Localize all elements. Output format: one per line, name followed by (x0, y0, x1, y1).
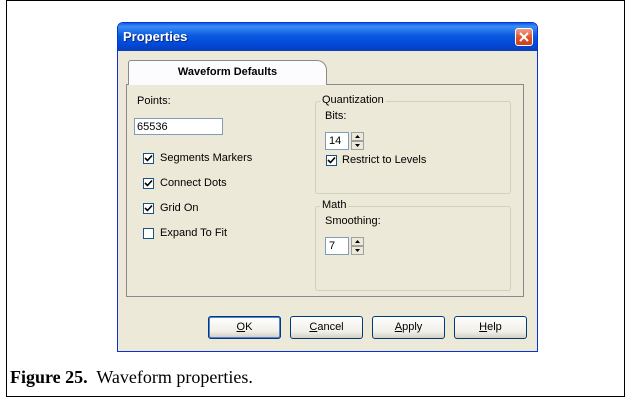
bits-input[interactable]: 14 (325, 132, 349, 150)
apply-button[interactable]: Apply (372, 316, 445, 339)
cancel-button[interactable]: Cancel (290, 316, 363, 339)
caption-text: Waveform properties. (96, 367, 253, 387)
checkbox-label: Expand To Fit (160, 227, 228, 239)
cancel-label: ancel (317, 321, 344, 333)
checkbox-label: Grid On (160, 202, 199, 214)
close-button[interactable] (515, 28, 533, 46)
tab-waveform-defaults[interactable]: Waveform Defaults (128, 60, 327, 85)
ok-button[interactable]: OK (208, 316, 281, 339)
checkbox-label: Segments Markers (160, 152, 253, 164)
checkbox-label: Restrict to Levels (342, 154, 427, 166)
apply-accel: A (394, 321, 403, 333)
dialog-title: Properties (123, 29, 188, 44)
apply-label: pply (402, 321, 423, 333)
smoothing-stepper[interactable] (351, 237, 364, 255)
points-input[interactable]: 65536 (134, 118, 223, 135)
properties-dialog: Properties Waveform Defaults Points: 655… (117, 22, 538, 352)
checkbox-box[interactable] (143, 178, 154, 189)
checkbox-box[interactable] (143, 203, 154, 214)
tab-label: Waveform Defaults (177, 66, 278, 78)
points-label: Points: (137, 95, 171, 107)
quantization-title: Quantization (320, 94, 386, 106)
bits-down-button[interactable] (351, 141, 364, 150)
ok-accel: O (236, 321, 246, 333)
figure-caption: Figure 25. Waveform properties. (10, 367, 253, 388)
help-button[interactable]: Help (454, 316, 527, 339)
checkbox-box[interactable] (326, 155, 337, 166)
ok-label: K (245, 321, 253, 333)
checkbox-box[interactable] (143, 228, 154, 239)
bits-label: Bits: (325, 110, 347, 122)
smoothing-label: Smoothing: (325, 215, 381, 227)
checkbox-label: Connect Dots (160, 177, 227, 189)
title-bar[interactable]: Properties (118, 23, 537, 51)
help-accel: H (479, 321, 488, 333)
math-group: Math Smoothing: 7 (315, 199, 511, 291)
caption-label: Figure 25. (10, 367, 88, 387)
bits-up-button[interactable] (351, 132, 364, 141)
quantization-group: Quantization Bits: 14 Restrict to Levels (315, 94, 511, 194)
checkbox-box[interactable] (143, 153, 154, 164)
smoothing-up-button[interactable] (351, 237, 364, 246)
math-title: Math (320, 199, 349, 211)
bits-stepper[interactable] (351, 132, 364, 150)
smoothing-down-button[interactable] (351, 246, 364, 255)
tab-panel: Points: 65536 Segments Markers Connect D… (126, 84, 524, 297)
smoothing-input[interactable]: 7 (325, 237, 349, 255)
help-label: elp (487, 321, 502, 333)
